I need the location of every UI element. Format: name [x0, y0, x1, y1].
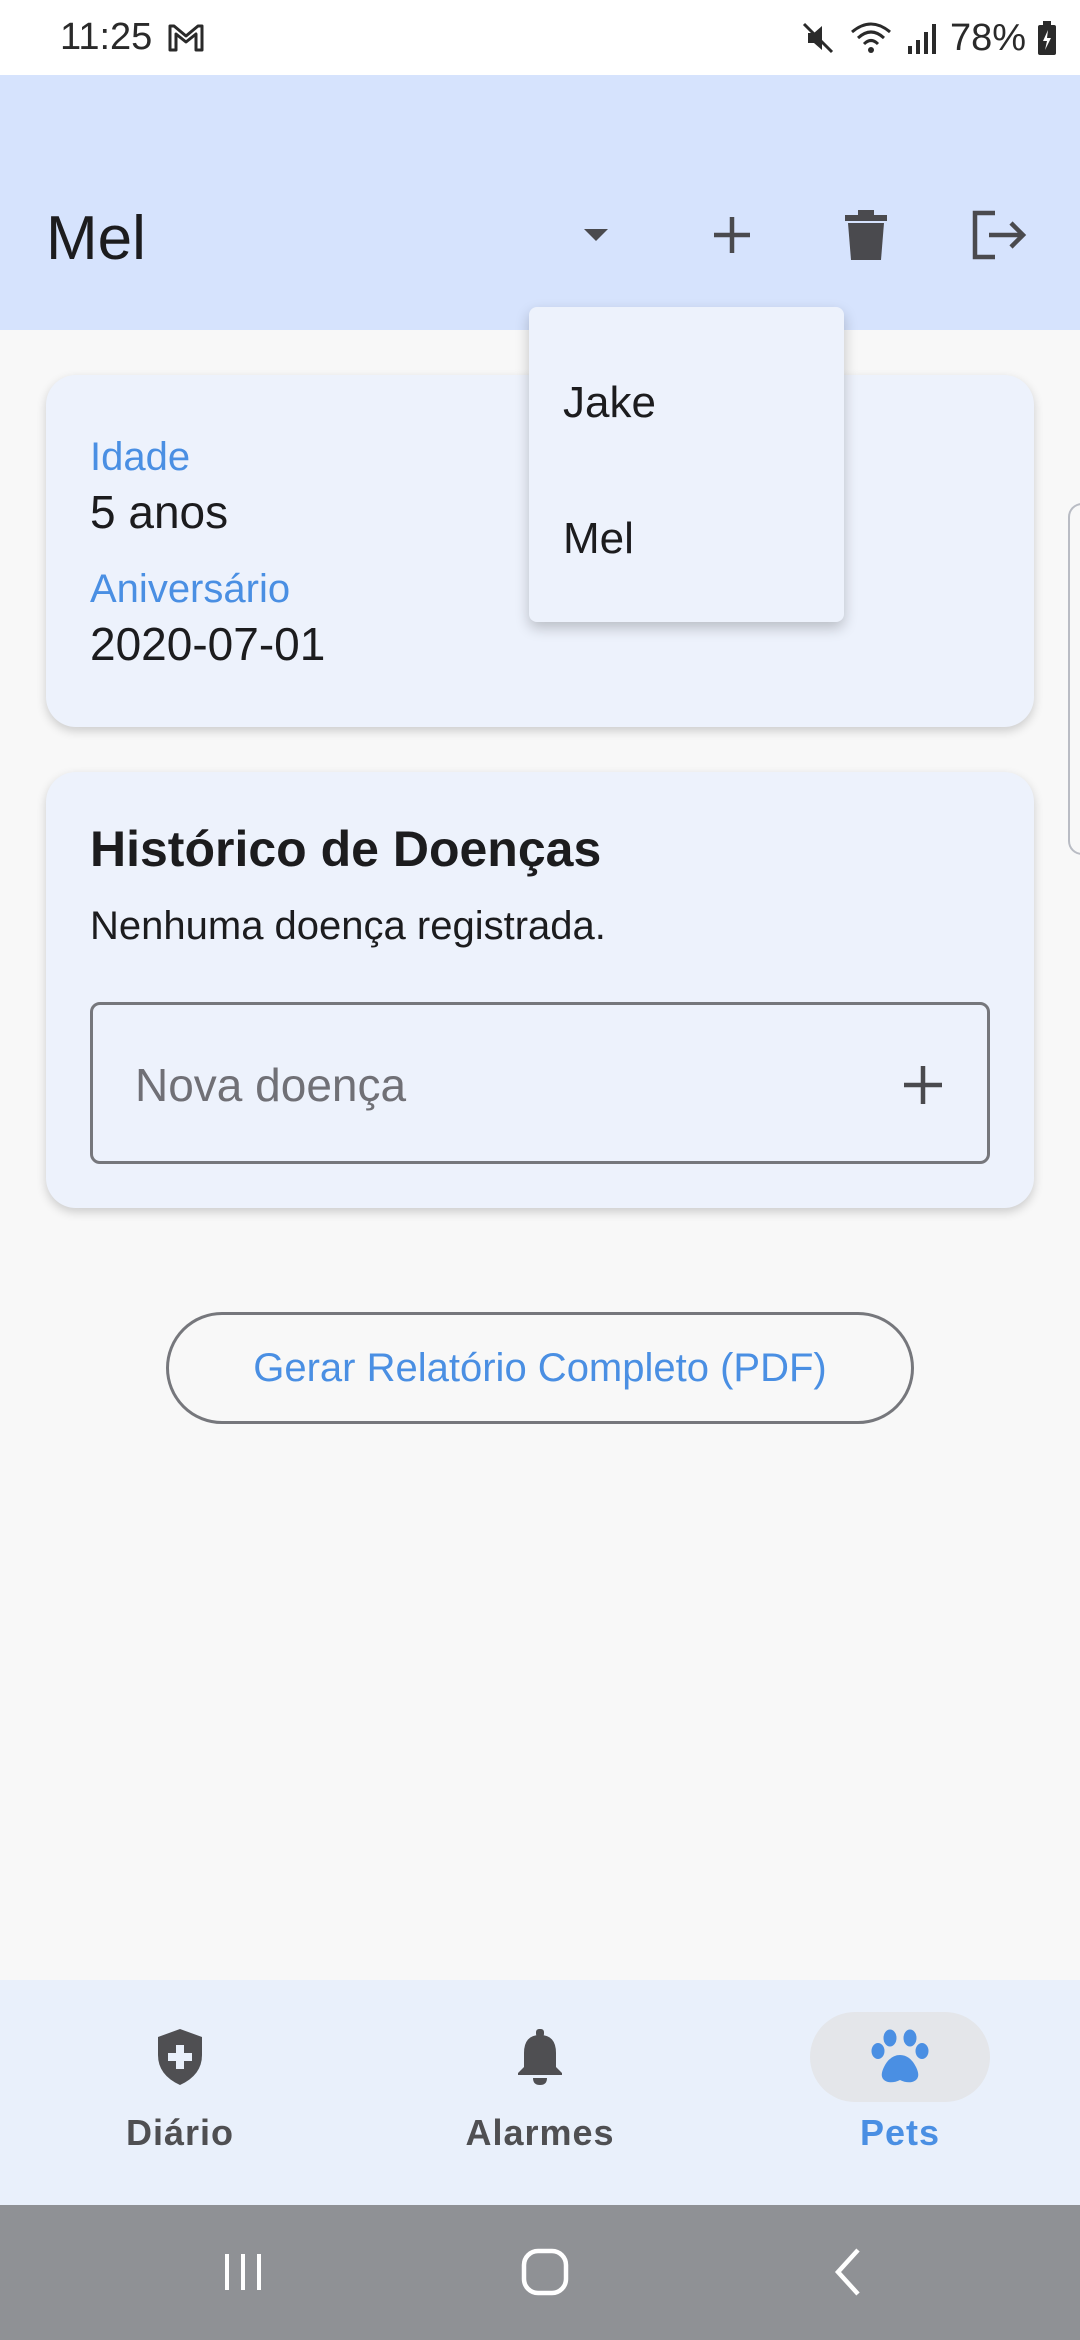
mute-icon: [802, 22, 833, 54]
nav-icon-container: [450, 2012, 630, 2102]
back-icon: [834, 2248, 860, 2296]
home-button[interactable]: [505, 2237, 585, 2307]
wifi-icon: [850, 22, 891, 53]
history-title: Histórico de Doenças: [90, 821, 602, 877]
recent-apps-button[interactable]: [203, 2237, 283, 2307]
status-time: 11:25: [60, 16, 153, 58]
add-icon: [904, 1066, 942, 1104]
nav-label-diario: Diário: [125, 2112, 235, 2153]
add-pet-button[interactable]: [697, 200, 767, 270]
disease-history-card: Histórico de Doenças Nenhuma doença regi…: [46, 772, 1034, 1208]
nav-item-pets[interactable]: Pets: [720, 1980, 1080, 2205]
new-disease-field: [90, 1002, 990, 1164]
birthday-label: Aniversário: [90, 567, 291, 611]
home-icon: [521, 2248, 569, 2296]
logout-icon: [972, 210, 1027, 260]
nav-icon-container: [90, 2012, 270, 2102]
pet-selector-menu: Jake Mel: [529, 307, 844, 622]
signal-icon: [907, 24, 936, 54]
dropdown-arrow-icon: [584, 229, 608, 241]
pet-title: Mel: [46, 204, 146, 273]
delete-pet-button[interactable]: [831, 200, 901, 270]
gmail-icon: [168, 24, 204, 52]
nav-label-alarmes: Alarmes: [465, 2112, 615, 2153]
menu-item-label: Mel: [563, 514, 634, 563]
system-navigation-bar: [0, 2205, 1080, 2340]
back-button[interactable]: [808, 2237, 888, 2307]
menu-item-label: Jake: [563, 378, 656, 427]
battery-percent: 78%: [949, 16, 1026, 59]
scroll-indicator: [1068, 503, 1080, 855]
menu-item-mel[interactable]: Mel: [529, 471, 844, 607]
nav-label-pets: Pets: [859, 2112, 941, 2153]
paw-icon: [871, 2029, 929, 2083]
pet-selector-dropdown-button[interactable]: [561, 200, 631, 270]
nav-item-diario[interactable]: Diário: [0, 1980, 360, 2205]
birthday-value: 2020-07-01: [90, 618, 326, 670]
nav-item-alarmes[interactable]: Alarmes: [360, 1980, 720, 2205]
age-label: Idade: [90, 435, 191, 479]
menu-item-jake[interactable]: Jake: [529, 335, 844, 471]
bottom-navigation: Diário Alarmes Pets: [0, 1980, 1080, 2205]
history-empty-text: Nenhuma doença registrada.: [90, 904, 606, 948]
delete-icon: [845, 210, 887, 260]
app-bar: [0, 75, 1080, 330]
nav-icon-container: [810, 2012, 990, 2102]
add-icon: [714, 217, 750, 253]
bell-icon: [518, 2029, 562, 2085]
status-bar: 11:25 78%: [0, 0, 1080, 75]
battery-icon: [1038, 21, 1056, 55]
age-value: 5 anos: [90, 486, 229, 538]
logout-button[interactable]: [965, 200, 1035, 270]
shield-plus-icon: [158, 2029, 202, 2085]
status-icons: 78%: [798, 14, 1058, 62]
add-disease-button[interactable]: [883, 1045, 963, 1125]
new-disease-input[interactable]: [135, 1045, 835, 1125]
recent-apps-icon: [225, 2254, 261, 2290]
generate-pdf-report-button[interactable]: Gerar Relatório Completo (PDF): [166, 1312, 914, 1424]
